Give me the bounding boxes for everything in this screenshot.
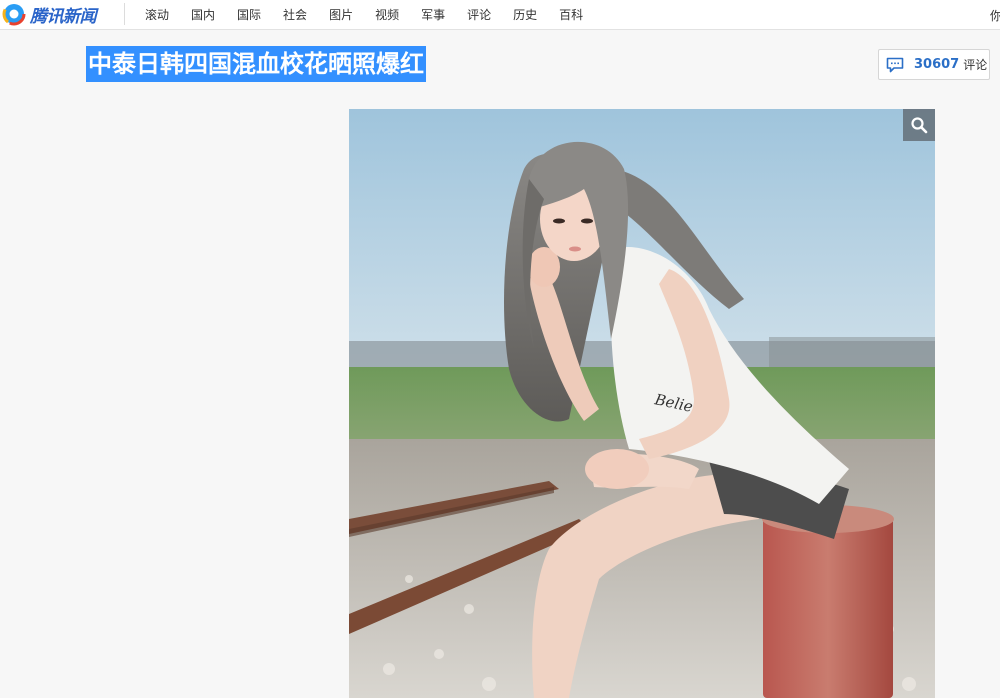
search-icon [911,117,928,134]
comment-count: 30607 [914,57,960,72]
nav-item-domestic[interactable]: 国内 [180,6,226,24]
article-title: 中泰日韩四国混血校花晒照爆红 [86,46,426,82]
nav-item-comment[interactable]: 评论 [456,6,502,24]
nav-item-society[interactable]: 社会 [272,6,318,24]
nav-divider [124,3,125,25]
article-title-area: 中泰日韩四国混血校花晒照爆红 [86,46,426,82]
comment-count-button[interactable]: 30607 评论 [878,49,990,80]
article-photo[interactable]: Belie [349,109,935,698]
channel-nav: 滚动 国内 国际 社会 图片 视频 军事 评论 历史 百科 [134,0,594,30]
zoom-photo-button[interactable] [903,109,935,141]
photo-illustration: Belie [349,109,935,698]
nav-item-history[interactable]: 历史 [502,6,548,24]
site-logo[interactable]: 腾讯新闻 [2,1,97,27]
nav-item-video[interactable]: 视频 [364,6,410,24]
user-entry-text[interactable]: 你 [990,7,1000,24]
comment-label: 评论 [963,58,988,72]
nav-item-encyclopedia[interactable]: 百科 [548,6,594,24]
tencent-news-logo-icon [2,2,26,26]
comment-bubble-icon [886,57,904,72]
nav-item-pictures[interactable]: 图片 [318,6,364,24]
logo-text: 腾讯新闻 [30,6,97,27]
nav-item-scroll[interactable]: 滚动 [134,6,180,24]
nav-item-international[interactable]: 国际 [226,6,272,24]
nav-item-military[interactable]: 军事 [410,6,456,24]
top-navigation-bar: 腾讯新闻 滚动 国内 国际 社会 图片 视频 军事 评论 历史 百科 你 [0,0,1000,30]
